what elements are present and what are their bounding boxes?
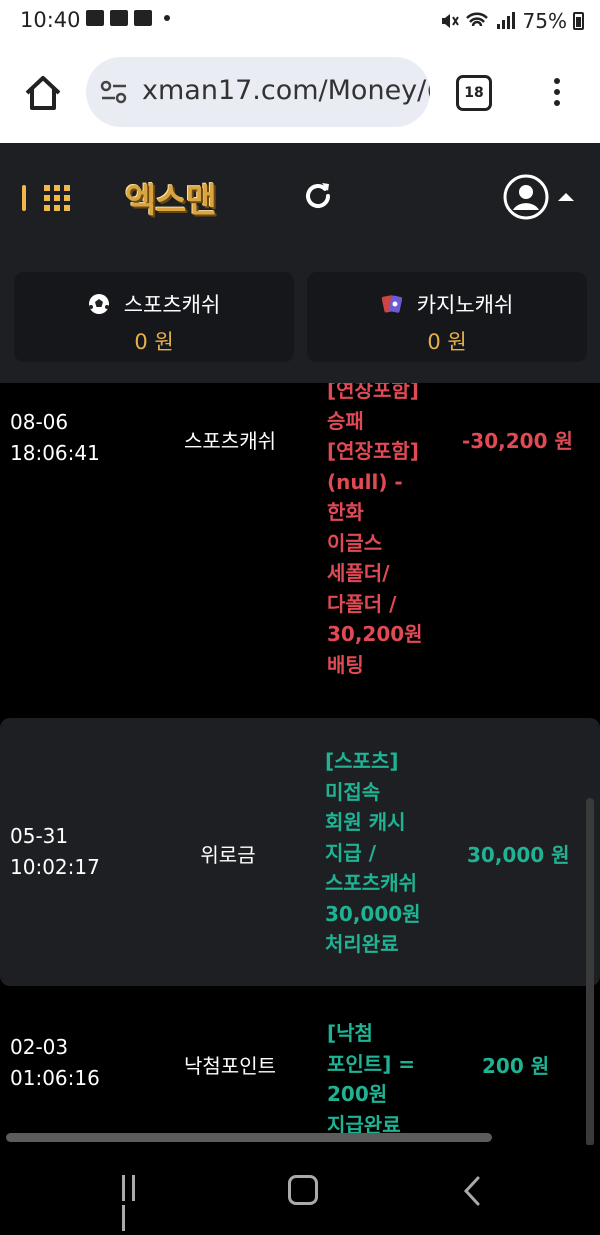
desc-line: 미접속 xyxy=(325,779,381,804)
sports-cash-amount: 0 원 xyxy=(134,330,174,354)
transaction-description: [낙첨 포인트] = 200원 지급완료 xyxy=(327,1018,415,1140)
transaction-type: 스포츠캐쉬 xyxy=(184,429,276,453)
horizontal-scrollbar[interactable] xyxy=(6,1133,492,1142)
desc-line: 한화 xyxy=(327,500,364,524)
caret-up-icon xyxy=(558,193,574,201)
refresh-icon[interactable] xyxy=(300,178,336,214)
site-settings-icon[interactable] xyxy=(100,79,128,105)
nav-home-icon[interactable] xyxy=(288,1175,318,1205)
transaction-time: 18:06:41 xyxy=(10,441,100,465)
sports-cash-card[interactable]: 스포츠캐쉬 0 원 xyxy=(14,272,294,362)
app-notification-icon xyxy=(110,10,128,26)
desc-line: 스포츠캐쉬 xyxy=(325,871,417,895)
back-icon[interactable] xyxy=(462,1175,482,1207)
desc-line: 승패 xyxy=(327,408,364,433)
sports-cash-label: 스포츠캐쉬 xyxy=(123,293,221,317)
transaction-datetime: 02-03 01:06:16 xyxy=(10,1032,100,1094)
transaction-row: 08-06 18:06:41 스포츠캐쉬 [연장포함] 승패 [연장포함] (n… xyxy=(0,383,600,718)
browser-toolbar: xman17.com/Money/( 18 xyxy=(0,42,600,143)
tab-switcher-button[interactable]: 18 xyxy=(456,75,492,111)
transaction-time: 10:02:17 xyxy=(10,855,100,879)
transaction-date: 08-06 xyxy=(10,410,69,434)
status-bar: 10:40 75% xyxy=(0,0,600,42)
desc-line: [낙첨 xyxy=(327,1021,373,1045)
desc-line: 다폴더 / xyxy=(327,591,397,616)
desc-line: [연장포함] xyxy=(327,383,419,402)
transaction-row: 05-31 10:02:17 위로금 [스포츠] 미접속 회원 캐시 지급 / … xyxy=(0,718,600,986)
desc-line: [연장포함] xyxy=(327,439,419,463)
site-logo[interactable]: 엑스맨 xyxy=(125,173,217,222)
recent-apps-icon[interactable] xyxy=(122,1175,148,1231)
url-text[interactable]: xman17.com/Money/( xyxy=(142,75,430,106)
more-options-icon[interactable] xyxy=(552,78,562,110)
casino-cards-icon xyxy=(381,295,402,313)
battery-icon xyxy=(573,12,584,30)
home-icon[interactable] xyxy=(22,72,64,114)
transaction-date: 05-31 xyxy=(10,824,69,848)
desc-line: [스포츠] xyxy=(325,749,399,773)
grid-menu-icon xyxy=(44,185,70,211)
mute-icon xyxy=(441,14,459,28)
desc-line: 세폴더/ xyxy=(327,561,390,585)
casino-cash-title: 카지노캐쉬 xyxy=(307,289,587,319)
vertical-scrollbar[interactable] xyxy=(586,798,594,1146)
battery-percent: 75% xyxy=(522,9,567,33)
youtube-icon xyxy=(134,10,152,26)
system-icons: 75% xyxy=(439,9,584,33)
casino-cash-card[interactable]: 카지노캐쉬 0 원 xyxy=(307,272,587,362)
system-nav-bar xyxy=(0,1145,600,1233)
desc-line: 처리완료 xyxy=(325,932,399,956)
user-avatar-icon xyxy=(503,174,549,220)
transaction-amount: 200 원 xyxy=(482,1054,550,1078)
desc-line: 30,000원 xyxy=(325,901,421,926)
address-bar[interactable]: xman17.com/Money/( xyxy=(86,57,430,127)
soccer-ball-icon xyxy=(88,294,109,314)
desc-line: 회원 캐시 xyxy=(325,810,406,834)
transaction-description: [스포츠] 미접속 회원 캐시 지급 / 스포츠캐쉬 30,000원 처리완료 xyxy=(325,746,421,960)
wifi-icon xyxy=(465,12,488,27)
gallery-icon xyxy=(86,10,104,26)
sports-cash-title: 스포츠캐쉬 xyxy=(14,289,294,319)
desc-line: 30,200원 xyxy=(327,622,423,646)
notification-icons xyxy=(86,10,170,26)
desc-line: 200원 xyxy=(327,1082,388,1106)
casino-cash-label: 카지노캐쉬 xyxy=(416,293,514,317)
desc-line: 지급 / xyxy=(325,840,377,865)
casino-cash-amount: 0 원 xyxy=(427,330,467,354)
site-header: 엑스맨 스포츠캐쉬 0 원 카지노캐쉬 0 원 xyxy=(0,143,600,383)
transaction-datetime: 08-06 18:06:41 xyxy=(10,407,100,469)
transaction-amount: -30,200 원 xyxy=(462,429,573,453)
signal-icon xyxy=(496,12,515,29)
status-time: 10:40 xyxy=(20,8,81,32)
transaction-datetime: 05-31 10:02:17 xyxy=(10,821,100,883)
desc-line: 배팅 xyxy=(327,652,364,677)
transaction-type: 위로금 xyxy=(200,843,256,867)
menu-accent-bar xyxy=(22,185,26,211)
user-menu-button[interactable] xyxy=(502,173,578,221)
transaction-row: 02-03 01:06:16 낙첨포인트 [낙첨 포인트] = 200원 지급완… xyxy=(0,1010,600,1145)
transaction-time: 01:06:16 xyxy=(10,1066,100,1090)
transaction-list: 08-06 18:06:41 스포츠캐쉬 [연장포함] 승패 [연장포함] (n… xyxy=(0,383,600,1145)
more-notifications-icon xyxy=(164,15,170,21)
desc-line: (null) - xyxy=(327,469,403,494)
transaction-amount: 30,000 원 xyxy=(467,843,570,867)
desc-line: 이글스 xyxy=(327,530,383,555)
desc-line: 포인트] = xyxy=(327,1051,416,1076)
menu-button[interactable] xyxy=(22,183,76,213)
transaction-date: 02-03 xyxy=(10,1035,69,1059)
transaction-type: 낙첨포인트 xyxy=(184,1054,276,1078)
transaction-description: [연장포함] 승패 [연장포함] (null) - 한화 이글스 세폴더/ 다폴… xyxy=(327,383,423,680)
